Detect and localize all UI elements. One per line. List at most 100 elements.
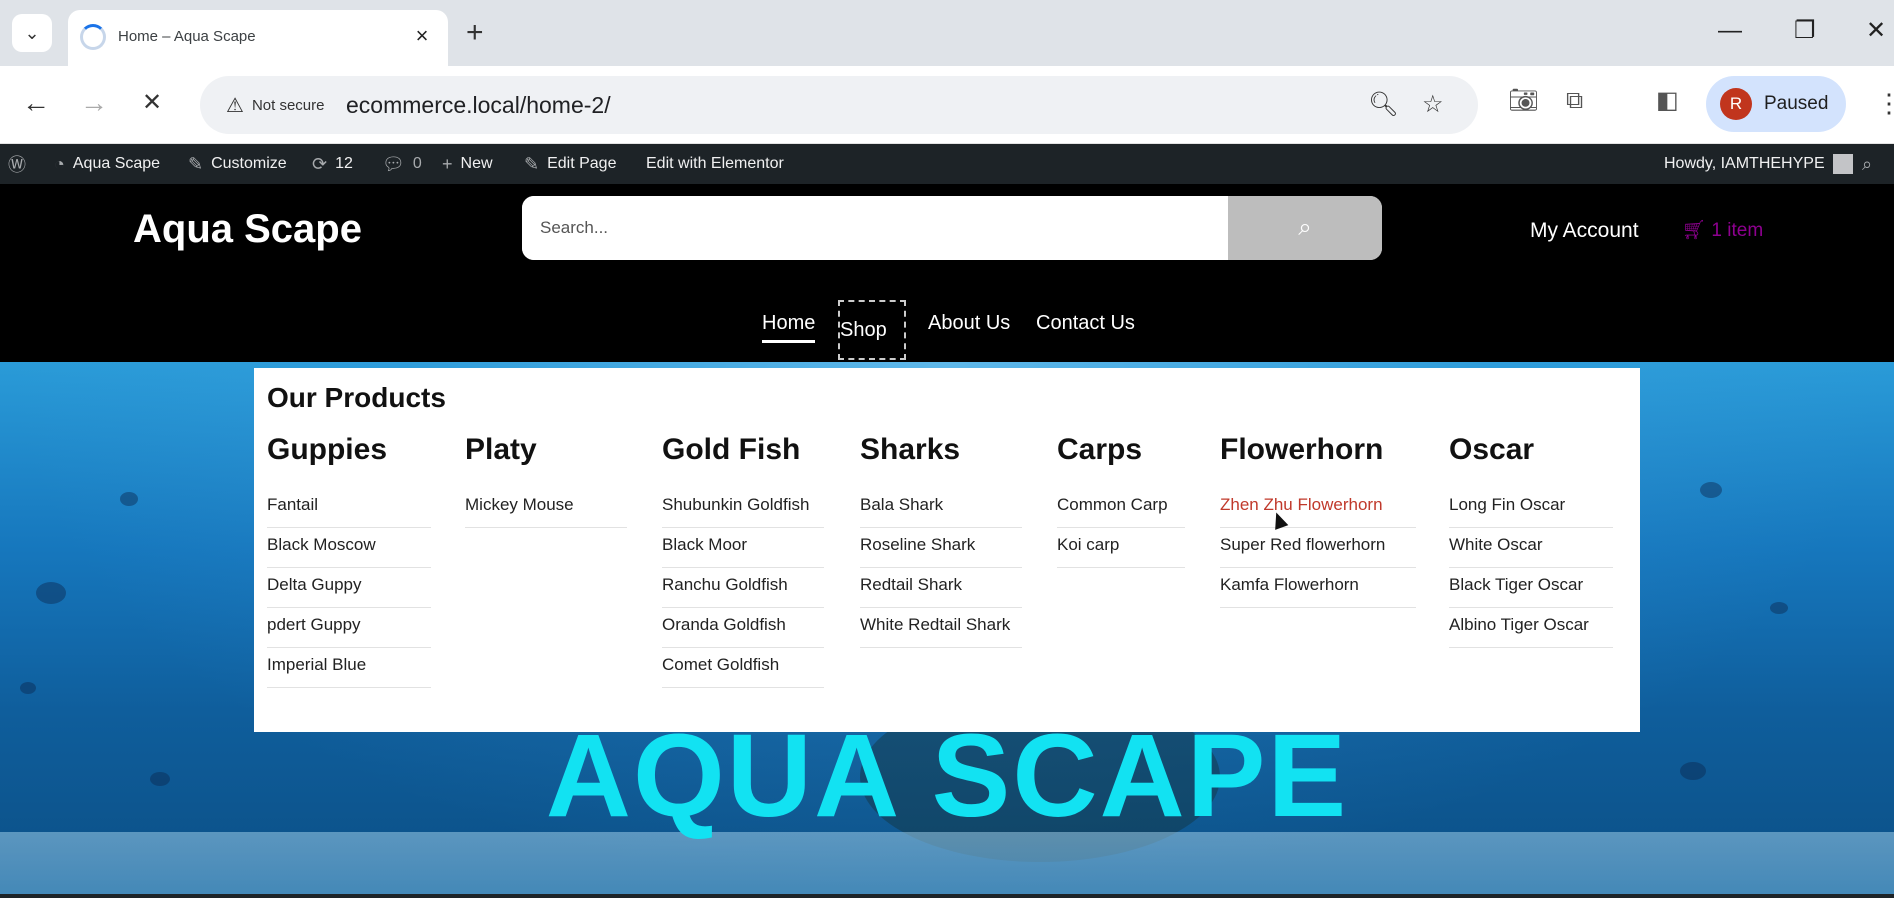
column-heading[interactable]: Oscar [1449, 430, 1613, 470]
admin-updates-link[interactable]: ⟳ 12 [312, 144, 353, 184]
menu-item[interactable]: Koi carp [1057, 528, 1185, 568]
wp-logo-icon[interactable]: Ⓦ [8, 144, 26, 184]
tab-close-icon[interactable]: × [410, 24, 434, 48]
admin-search-icon[interactable]: ⌕ [1862, 144, 1872, 184]
menu-item[interactable]: Long Fin Oscar [1449, 488, 1613, 528]
wp-admin-bar: Ⓦ ◔ Aqua Scape ✎ Customize ⟳ 12 💬︎ 0 + N… [0, 144, 1894, 184]
admin-new-link[interactable]: + New [442, 144, 493, 184]
menu-item[interactable]: Fantail [267, 488, 431, 528]
profile-button[interactable]: R Paused [1706, 76, 1846, 132]
cart-link[interactable]: 🛒︎ 1 item [1682, 216, 1763, 246]
new-tab-button[interactable]: + [466, 18, 484, 48]
admin-elementor-label: Edit with Elementor [646, 155, 784, 172]
menu-item-hovered[interactable]: Zhen Zhu Flowerhorn [1220, 488, 1416, 528]
forward-button[interactable]: → [80, 86, 108, 120]
pencil-icon: ✎ [524, 153, 540, 174]
cart-icon: 🛒︎ [1682, 220, 1707, 241]
admin-elementor-link[interactable]: Edit with Elementor [646, 144, 784, 184]
main-navigation: Home Shop ▼ About Us Contact Us [0, 300, 1894, 374]
updates-icon: ⟳ [312, 153, 328, 174]
admin-edit-page-link[interactable]: ✎ Edit Page [524, 144, 616, 184]
menu-item[interactable]: Bala Shark [860, 488, 1022, 528]
column-heading[interactable]: Guppies [267, 430, 431, 470]
fish-decoration [1770, 602, 1788, 614]
profile-status: Paused [1764, 93, 1829, 114]
user-avatar-icon [1832, 154, 1853, 174]
brush-icon: ✎ [188, 153, 204, 174]
menu-item[interactable]: Shubunkin Goldfish [662, 488, 824, 528]
column-heading[interactable]: Flowerhorn [1220, 430, 1416, 470]
menu-column-carps: Carps Common Carp Koi carp [1057, 430, 1185, 568]
avatar: R [1720, 88, 1752, 120]
menu-item[interactable]: Kamfa Flowerhorn [1220, 568, 1416, 608]
menu-item[interactable]: Black Moscow [267, 528, 431, 568]
search-button[interactable]: ⌕ [1228, 196, 1382, 260]
menu-item[interactable]: Ranchu Goldfish [662, 568, 824, 608]
window-close-button[interactable]: ✕ [1866, 16, 1886, 46]
search-icon: ⌕ [1298, 214, 1312, 241]
nav-contact[interactable]: Contact Us [1036, 308, 1135, 338]
nav-about[interactable]: About Us [928, 308, 1010, 338]
column-heading[interactable]: Carps [1057, 430, 1185, 470]
security-chip[interactable]: ⚠ Not secure [214, 88, 336, 122]
search-input[interactable] [522, 196, 1228, 260]
url-text[interactable]: ecommerce.local/home-2/ [346, 90, 611, 120]
menu-item[interactable]: Delta Guppy [267, 568, 431, 608]
chevron-down-icon: ⌄ [24, 22, 40, 43]
address-bar[interactable]: ⚠ Not secure ecommerce.local/home-2/ 🔍︎ … [200, 76, 1478, 134]
menu-item[interactable]: Black Moor [662, 528, 824, 568]
plus-icon: + [442, 153, 453, 174]
howdy-label: Howdy, IAMTHEHYPE [1664, 155, 1825, 172]
column-heading[interactable]: Sharks [860, 430, 1022, 470]
admin-account-link[interactable]: Howdy, IAMTHEHYPE [1664, 144, 1853, 184]
shop-mega-menu: Our Products Guppies Fantail Black Mosco… [254, 368, 1640, 732]
menu-item[interactable]: Imperial Blue [267, 648, 431, 688]
dashboard-icon: ◔ [54, 153, 65, 174]
menu-column-oscar: Oscar Long Fin Oscar White Oscar Black T… [1449, 430, 1613, 648]
menu-item[interactable]: Redtail Shark [860, 568, 1022, 608]
menu-item[interactable]: Mickey Mouse [465, 488, 627, 528]
browser-toolbar: ← → ✕ ⚠ Not secure ecommerce.local/home-… [0, 66, 1894, 144]
menu-item[interactable]: Common Carp [1057, 488, 1185, 528]
zoom-icon[interactable]: 🔍︎ [1368, 90, 1398, 120]
menu-item[interactable]: Roseline Shark [860, 528, 1022, 568]
admin-customize-link[interactable]: ✎ Customize [188, 144, 287, 184]
restore-button[interactable]: ❐ [1794, 16, 1816, 46]
menu-item[interactable]: Super Red flowerhorn [1220, 528, 1416, 568]
menu-item[interactable]: Black Tiger Oscar [1449, 568, 1613, 608]
menu-item[interactable]: White Redtail Shark [860, 608, 1022, 648]
menu-column-flowerhorn: Flowerhorn Zhen Zhu Flowerhorn Super Red… [1220, 430, 1416, 608]
product-search: ⌕ [522, 196, 1382, 260]
fish-decoration [120, 492, 138, 506]
extensions-icon[interactable]: ⧉ [1566, 86, 1583, 116]
security-label: Not secure [251, 96, 325, 114]
menu-item[interactable]: White Oscar [1449, 528, 1613, 568]
column-heading[interactable]: Platy [465, 430, 627, 470]
side-panel-icon[interactable]: ◧ [1656, 86, 1679, 116]
updates-count: 12 [335, 155, 353, 172]
nav-home[interactable]: Home [762, 308, 816, 343]
menu-kebab-icon[interactable]: ⋮ [1876, 88, 1894, 118]
nav-shop[interactable]: Shop ▼ [838, 300, 906, 374]
my-account-link[interactable]: My Account [1530, 216, 1639, 246]
fish-decoration [20, 682, 36, 694]
menu-item[interactable]: Albino Tiger Oscar [1449, 608, 1613, 648]
menu-item[interactable]: pdert Guppy [267, 608, 431, 648]
minimize-button[interactable]: — [1718, 16, 1742, 46]
cart-count: 1 item [1711, 220, 1764, 241]
menu-item[interactable]: Oranda Goldfish [662, 608, 824, 648]
admin-comments-link[interactable]: 💬︎ 0 [382, 144, 422, 184]
stop-button[interactable]: ✕ [142, 86, 162, 120]
menu-item[interactable]: Comet Goldfish [662, 648, 824, 688]
admin-site-link[interactable]: ◔ Aqua Scape [54, 144, 160, 184]
nav-shop-label: Shop [840, 319, 887, 341]
browser-tab[interactable]: Home – Aqua Scape × [68, 10, 448, 66]
column-heading[interactable]: Gold Fish [662, 430, 824, 470]
site-header: Aqua Scape ⌕ My Account 🛒︎ 1 item Home S… [0, 184, 1894, 374]
site-logo[interactable]: Aqua Scape [133, 204, 362, 254]
back-button[interactable]: ← [22, 86, 50, 120]
camera-icon[interactable]: 📷︎ [1508, 86, 1538, 116]
tab-title: Home – Aqua Scape [118, 28, 256, 45]
tab-search-button[interactable]: ⌄ [12, 14, 52, 52]
bookmark-star-icon[interactable]: ☆ [1422, 90, 1444, 120]
